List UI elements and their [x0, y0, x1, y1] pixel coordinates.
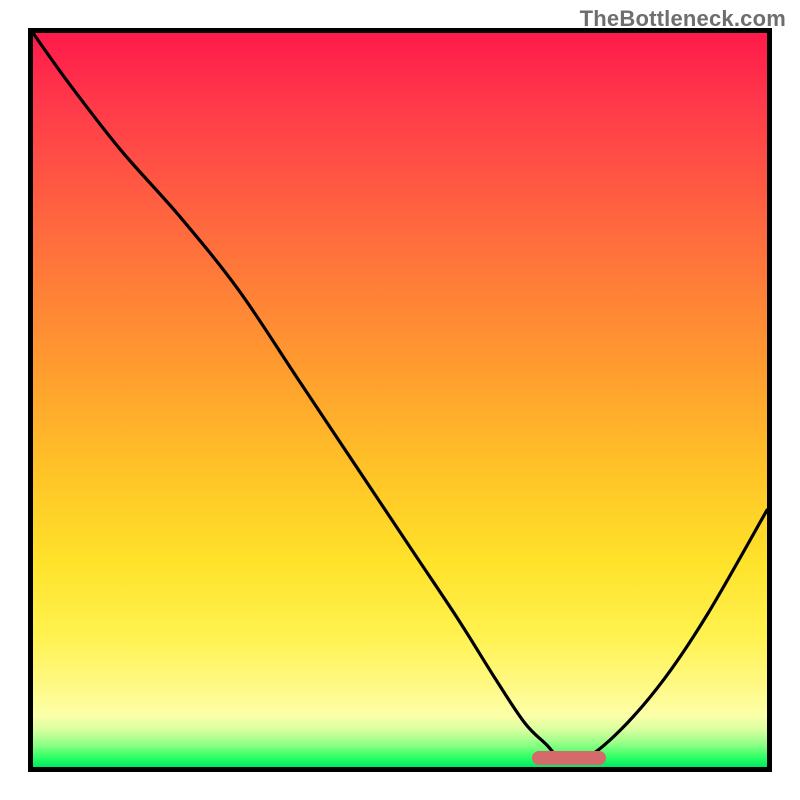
watermark-text: TheBottleneck.com — [580, 6, 786, 32]
optimal-range-marker — [532, 751, 605, 765]
bottleneck-curve — [33, 33, 767, 767]
chart-frame — [28, 28, 772, 772]
page-root: TheBottleneck.com — [0, 0, 800, 800]
